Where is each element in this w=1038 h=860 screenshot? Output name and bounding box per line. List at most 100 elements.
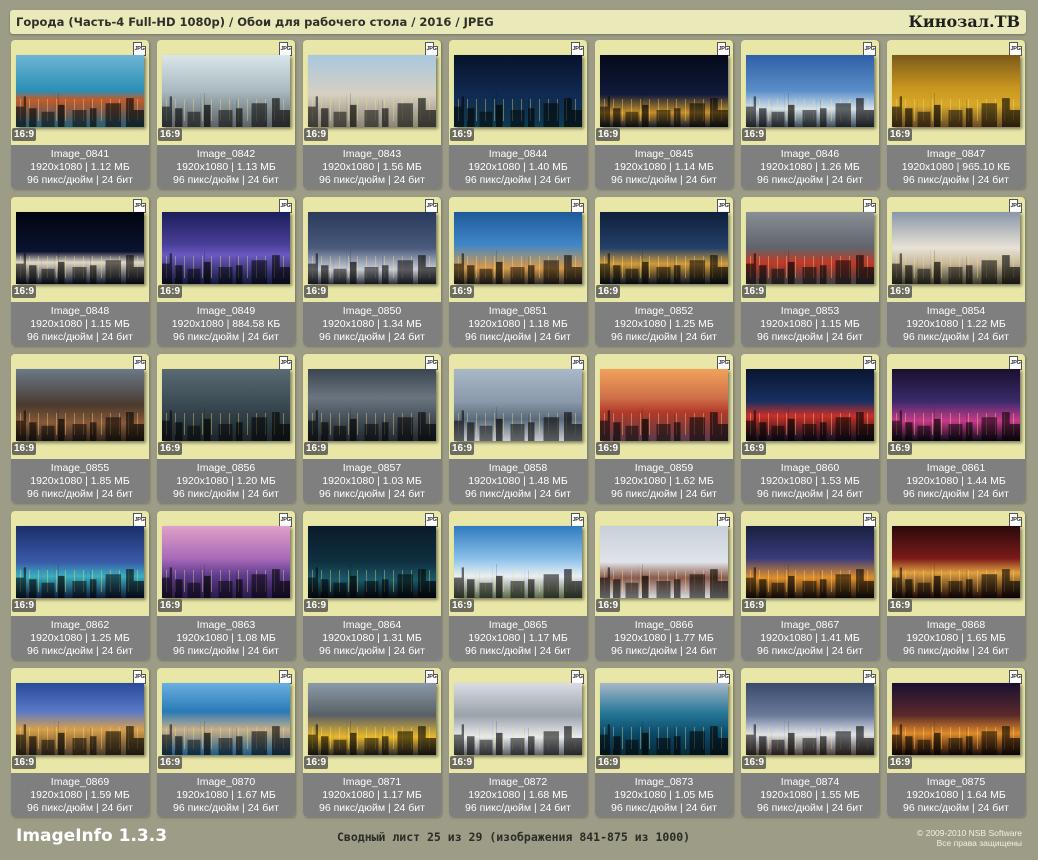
thumbnail-image[interactable] xyxy=(16,526,144,598)
image-dpi-bits: 96 пикс/дюйм | 24 бит xyxy=(611,802,717,814)
thumbnail-image[interactable] xyxy=(892,212,1020,284)
thumbnail-image[interactable] xyxy=(454,369,582,441)
thumbnail-image[interactable] xyxy=(600,683,728,755)
aspect-ratio-badge: 16:9 xyxy=(596,285,621,298)
thumbnail-tile[interactable]: JPG 16:9 Image_0869 1920x1080 | 1.59 МБ 96 п… xyxy=(11,668,149,817)
image-resolution-size: 1920x1080 | 1.13 МБ xyxy=(176,161,276,173)
jpg-file-icon: JPG xyxy=(717,513,730,527)
thumbnail-tile[interactable]: JPG 16:9 Image_0841 1920x1080 | 1.12 МБ 96 п… xyxy=(11,40,149,189)
thumbnail-tile[interactable]: JPG 16:9 Image_0858 1920x1080 | 1.48 МБ 96 п… xyxy=(449,354,587,503)
thumbnail-tile[interactable]: JPG 16:9 Image_0851 1920x1080 | 1.18 МБ 96 п… xyxy=(449,197,587,346)
thumbnail-tile[interactable]: JPG 16:9 Image_0867 1920x1080 | 1.41 МБ 96 п… xyxy=(741,511,879,660)
image-info-panel: Image_0869 1920x1080 | 1.59 МБ 96 пикс/дюй… xyxy=(11,773,149,817)
thumbnail-tile[interactable]: JPG 16:9 Image_0849 1920x1080 | 884.58 КБ 96… xyxy=(157,197,295,346)
thumbnail-image[interactable] xyxy=(308,369,436,441)
thumbnail-image[interactable] xyxy=(746,212,874,284)
image-name: Image_0852 xyxy=(634,305,694,317)
jpg-file-icon: JPG xyxy=(1009,199,1022,213)
thumbnail-tile[interactable]: JPG 16:9 Image_0870 1920x1080 | 1.67 МБ 96 п… xyxy=(157,668,295,817)
thumbnail-image[interactable] xyxy=(162,55,290,127)
image-dpi-bits: 96 пикс/дюйм | 24 бит xyxy=(319,645,425,657)
thumbnail-image[interactable] xyxy=(892,683,1020,755)
image-resolution-size: 1920x1080 | 1.26 МБ xyxy=(760,161,860,173)
jpg-file-icon: JPG xyxy=(1009,42,1022,56)
thumbnail-image[interactable] xyxy=(308,212,436,284)
image-resolution-size: 1920x1080 | 1.31 МБ xyxy=(322,632,422,644)
jpg-file-icon: JPG xyxy=(279,513,292,527)
image-dpi-bits: 96 пикс/дюйм | 24 бит xyxy=(27,488,133,500)
thumbnail-tile[interactable]: JPG 16:9 Image_0855 1920x1080 | 1.85 МБ 96 п… xyxy=(11,354,149,503)
thumbnail-image[interactable] xyxy=(308,526,436,598)
thumbnail-image[interactable] xyxy=(162,369,290,441)
thumbnail-tile[interactable]: JPG 16:9 Image_0853 1920x1080 | 1.15 МБ 96 п… xyxy=(741,197,879,346)
thumbnail-tile[interactable]: JPG 16:9 Image_0868 1920x1080 | 1.65 МБ 96 п… xyxy=(887,511,1025,660)
thumbnail-image[interactable] xyxy=(308,683,436,755)
thumbnail-image[interactable] xyxy=(892,55,1020,127)
thumbnail-tile[interactable]: JPG 16:9 Image_0873 1920x1080 | 1.05 МБ 96 п… xyxy=(595,668,733,817)
thumbnail-tile[interactable]: JPG 16:9 Image_0864 1920x1080 | 1.31 МБ 96 п… xyxy=(303,511,441,660)
thumbnail-image[interactable] xyxy=(16,683,144,755)
thumbnail-image[interactable] xyxy=(162,526,290,598)
image-dpi-bits: 96 пикс/дюйм | 24 бит xyxy=(319,802,425,814)
thumbnail-image[interactable] xyxy=(746,369,874,441)
thumbnail-tile[interactable]: JPG 16:9 Image_0843 1920x1080 | 1.56 МБ 96 п… xyxy=(303,40,441,189)
thumbnail-image[interactable] xyxy=(892,526,1020,598)
thumbnail-tile[interactable]: JPG 16:9 Image_0872 1920x1080 | 1.68 МБ 96 п… xyxy=(449,668,587,817)
aspect-ratio-badge: 16:9 xyxy=(158,128,183,141)
thumbnail-image[interactable] xyxy=(746,55,874,127)
aspect-ratio-badge: 16:9 xyxy=(888,128,913,141)
thumbnail-tile[interactable]: JPG 16:9 Image_0857 1920x1080 | 1.03 МБ 96 п… xyxy=(303,354,441,503)
thumbnail-image[interactable] xyxy=(162,683,290,755)
thumbnail-tile[interactable]: JPG 16:9 Image_0874 1920x1080 | 1.55 МБ 96 п… xyxy=(741,668,879,817)
thumbnail-image[interactable] xyxy=(16,212,144,284)
thumbnail-tile[interactable]: JPG 16:9 Image_0863 1920x1080 | 1.08 МБ 96 п… xyxy=(157,511,295,660)
thumbnail-image[interactable] xyxy=(746,683,874,755)
thumbnail-image[interactable] xyxy=(600,526,728,598)
image-resolution-size: 1920x1080 | 1.68 МБ xyxy=(468,789,568,801)
thumbnail-image[interactable] xyxy=(600,369,728,441)
thumbnail-tile[interactable]: JPG 16:9 Image_0845 1920x1080 | 1.14 МБ 96 п… xyxy=(595,40,733,189)
thumbnail-tile[interactable]: JPG 16:9 Image_0865 1920x1080 | 1.17 МБ 96 п… xyxy=(449,511,587,660)
thumbnail-tile[interactable]: JPG 16:9 Image_0856 1920x1080 | 1.20 МБ 96 п… xyxy=(157,354,295,503)
jpg-file-icon: JPG xyxy=(279,670,292,684)
image-info-panel: Image_0862 1920x1080 | 1.25 МБ 96 пикс/дюй… xyxy=(11,616,149,660)
image-info-panel: Image_0870 1920x1080 | 1.67 МБ 96 пикс/дюй… xyxy=(157,773,295,817)
image-name: Image_0859 xyxy=(634,462,694,474)
thumbnail-tile[interactable]: JPG 16:9 Image_0871 1920x1080 | 1.17 МБ 96 п… xyxy=(303,668,441,817)
thumbnail-tile[interactable]: JPG 16:9 Image_0859 1920x1080 | 1.62 МБ 96 п… xyxy=(595,354,733,503)
thumbnail-image[interactable] xyxy=(600,55,728,127)
image-info-panel: Image_0845 1920x1080 | 1.14 МБ 96 пикс/дюй… xyxy=(595,145,733,189)
thumbnail-image[interactable] xyxy=(454,55,582,127)
image-resolution-size: 1920x1080 | 1.25 МБ xyxy=(614,318,714,330)
thumbnail-tile[interactable]: JPG 16:9 Image_0846 1920x1080 | 1.26 МБ 96 п… xyxy=(741,40,879,189)
image-resolution-size: 1920x1080 | 1.03 МБ xyxy=(322,475,422,487)
header-bar: Города (Часть-4 Full-HD 1080p) / Обои дл… xyxy=(10,10,1026,34)
thumbnail-tile[interactable]: JPG 16:9 Image_0847 1920x1080 | 965.10 КБ 96… xyxy=(887,40,1025,189)
thumbnail-image[interactable] xyxy=(600,212,728,284)
thumbnail-image[interactable] xyxy=(454,212,582,284)
image-resolution-size: 1920x1080 | 1.34 МБ xyxy=(322,318,422,330)
thumbnail-image[interactable] xyxy=(308,55,436,127)
jpg-file-icon: JPG xyxy=(133,513,146,527)
thumbnail-tile[interactable]: JPG 16:9 Image_0861 1920x1080 | 1.44 МБ 96 п… xyxy=(887,354,1025,503)
thumbnail-tile[interactable]: JPG 16:9 Image_0862 1920x1080 | 1.25 МБ 96 п… xyxy=(11,511,149,660)
thumbnail-tile[interactable]: JPG 16:9 Image_0850 1920x1080 | 1.34 МБ 96 п… xyxy=(303,197,441,346)
page-title: Города (Часть-4 Full-HD 1080p) / Обои дл… xyxy=(16,15,494,29)
thumbnail-image[interactable] xyxy=(16,369,144,441)
thumbnail-tile[interactable]: JPG 16:9 Image_0854 1920x1080 | 1.22 МБ 96 п… xyxy=(887,197,1025,346)
image-info-panel: Image_0851 1920x1080 | 1.18 МБ 96 пикс/дюй… xyxy=(449,302,587,346)
thumbnail-image[interactable] xyxy=(454,683,582,755)
thumbnail-tile[interactable]: JPG 16:9 Image_0860 1920x1080 | 1.53 МБ 96 п… xyxy=(741,354,879,503)
thumbnail-image[interactable] xyxy=(746,526,874,598)
thumbnail-tile[interactable]: JPG 16:9 Image_0852 1920x1080 | 1.25 МБ 96 п… xyxy=(595,197,733,346)
thumbnail-image[interactable] xyxy=(162,212,290,284)
thumbnail-tile[interactable]: JPG 16:9 Image_0866 1920x1080 | 1.77 МБ 96 п… xyxy=(595,511,733,660)
thumbnail-image[interactable] xyxy=(892,369,1020,441)
thumbnail-image[interactable] xyxy=(16,55,144,127)
thumbnail-tile[interactable]: JPG 16:9 Image_0848 1920x1080 | 1.15 МБ 96 п… xyxy=(11,197,149,346)
image-dpi-bits: 96 пикс/дюйм | 24 бит xyxy=(903,802,1009,814)
thumbnail-tile[interactable]: JPG 16:9 Image_0844 1920x1080 | 1.40 МБ 96 п… xyxy=(449,40,587,189)
thumbnail-image[interactable] xyxy=(454,526,582,598)
thumbnail-tile[interactable]: JPG 16:9 Image_0875 1920x1080 | 1.64 МБ 96 п… xyxy=(887,668,1025,817)
thumbnail-tile[interactable]: JPG 16:9 Image_0842 1920x1080 | 1.13 МБ 96 п… xyxy=(157,40,295,189)
